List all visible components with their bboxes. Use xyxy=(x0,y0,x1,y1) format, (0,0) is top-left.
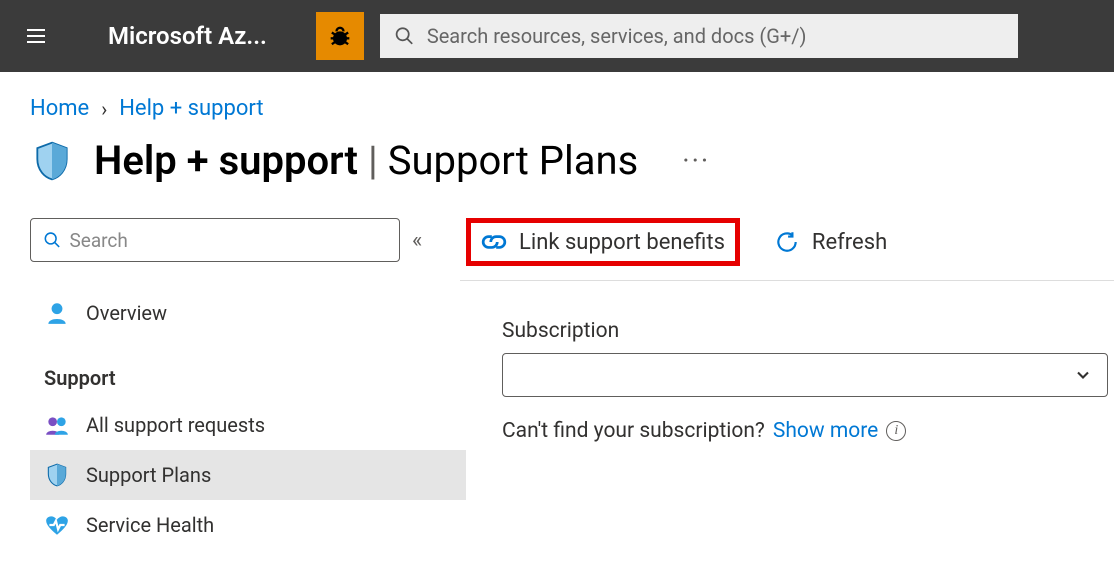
refresh-icon xyxy=(774,229,800,255)
global-search-input[interactable] xyxy=(427,24,1004,48)
sidebar-item-all-requests[interactable]: All support requests xyxy=(30,400,466,450)
sidebar-section-support: Support xyxy=(30,338,466,400)
sidebar-item-label: Support Plans xyxy=(86,463,211,487)
hamburger-icon xyxy=(24,24,48,48)
link-support-benefits-button[interactable]: Link support benefits xyxy=(466,218,740,266)
refresh-button[interactable]: Refresh xyxy=(764,223,897,261)
heart-icon xyxy=(44,512,70,538)
body-columns: « Overview Support All support requests … xyxy=(0,184,1114,550)
search-icon xyxy=(394,25,415,47)
page-title-rest: Support Plans xyxy=(388,137,639,184)
sidebar-item-support-plans[interactable]: Support Plans xyxy=(30,450,466,500)
brand-label: Microsoft Az... xyxy=(108,22,288,50)
help-text: Can't find your subscription? xyxy=(502,419,765,443)
more-actions-button[interactable]: ··· xyxy=(682,144,710,177)
breadcrumb: Home › Help + support xyxy=(0,72,1114,121)
subscription-field: Subscription Can't find your subscriptio… xyxy=(466,281,1114,443)
page-title-divider: | xyxy=(368,137,378,184)
sidebar-search[interactable] xyxy=(30,218,400,262)
page-title: Help + support | Support Plans xyxy=(94,137,638,184)
info-icon[interactable]: i xyxy=(886,421,906,441)
sidebar-item-label: Overview xyxy=(86,301,167,325)
sidebar-item-overview[interactable]: Overview xyxy=(30,288,466,338)
collapse-sidebar-button[interactable]: « xyxy=(412,228,422,253)
sidebar-item-label: All support requests xyxy=(86,413,265,437)
sidebar-search-input[interactable] xyxy=(69,229,387,252)
report-bug-button[interactable] xyxy=(316,12,364,60)
shield-icon xyxy=(30,139,74,183)
breadcrumb-home[interactable]: Home xyxy=(30,96,89,121)
subscription-help: Can't find your subscription? Show more … xyxy=(502,419,1108,443)
people-icon xyxy=(44,412,70,438)
menu-button[interactable] xyxy=(12,12,60,60)
top-bar: Microsoft Az... xyxy=(0,0,1114,72)
subscription-select[interactable] xyxy=(502,353,1108,397)
sidebar-search-row: « xyxy=(30,218,466,262)
shield-icon xyxy=(44,462,70,488)
global-search[interactable] xyxy=(380,14,1018,58)
toolbar-button-label: Refresh xyxy=(812,230,887,255)
page-title-bold: Help + support xyxy=(94,137,358,184)
sidebar: « Overview Support All support requests … xyxy=(0,218,466,550)
bug-icon xyxy=(326,22,354,50)
show-more-link[interactable]: Show more xyxy=(773,419,878,443)
person-icon xyxy=(44,300,70,326)
subscription-label: Subscription xyxy=(502,319,1108,343)
search-icon xyxy=(43,230,61,250)
breadcrumb-separator: › xyxy=(101,97,107,121)
page-header: Help + support | Support Plans ··· xyxy=(0,121,1114,184)
sidebar-item-service-health[interactable]: Service Health xyxy=(30,500,466,550)
toolbar: Link support benefits Refresh xyxy=(460,218,1114,281)
main-panel: Link support benefits Refresh Subscripti… xyxy=(466,218,1114,550)
toolbar-button-label: Link support benefits xyxy=(519,230,725,255)
chevron-down-icon xyxy=(1073,365,1093,385)
sidebar-item-label: Service Health xyxy=(86,513,214,537)
breadcrumb-current[interactable]: Help + support xyxy=(119,96,263,121)
link-icon xyxy=(481,229,507,255)
